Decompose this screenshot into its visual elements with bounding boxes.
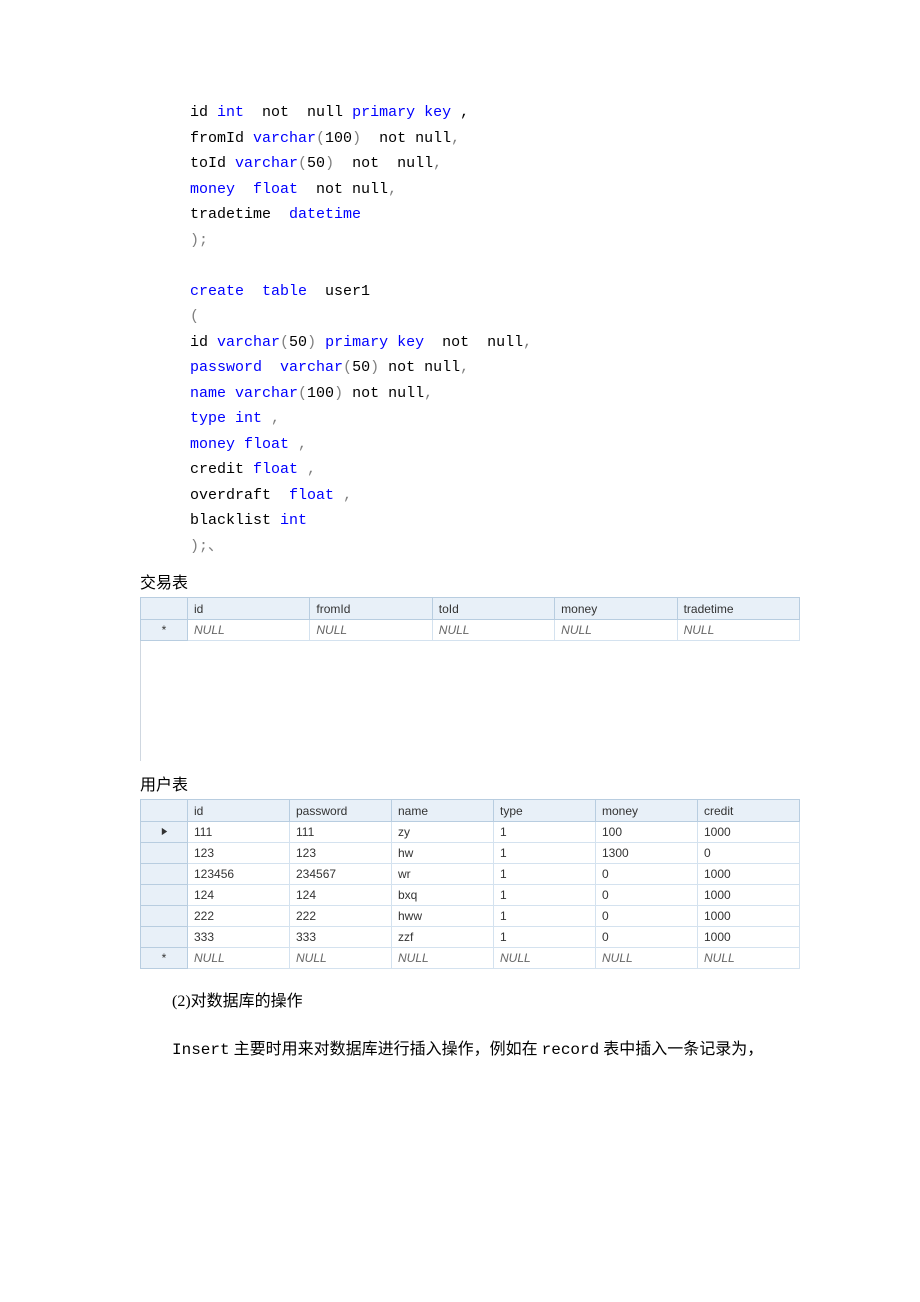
table-cell: 1 — [494, 843, 596, 864]
table-cell: NULL — [555, 620, 677, 641]
column-header: name — [392, 800, 494, 822]
column-header: id — [188, 800, 290, 822]
user-table: idpasswordnametypemoneycredit111111zy110… — [140, 799, 800, 969]
table-cell: 1000 — [698, 864, 800, 885]
table-cell: 124 — [188, 885, 290, 906]
table-row: 111111zy11001000 — [141, 822, 800, 843]
trade-table: idfromIdtoIdmoneytradetime*NULLNULLNULLN… — [140, 597, 800, 761]
table-cell: hw — [392, 843, 494, 864]
table-row: 123123hw113000 — [141, 843, 800, 864]
table-cell: 111 — [290, 822, 392, 843]
table-row: 123456234567wr101000 — [141, 864, 800, 885]
table-cell: NULL — [188, 948, 290, 969]
body-paragraph: Insert 主要时用来对数据库进行插入操作，例如在 record 表中插入一条… — [140, 1035, 800, 1065]
table-cell: NULL — [596, 948, 698, 969]
table-cell: 333 — [290, 927, 392, 948]
column-header: toId — [432, 598, 554, 620]
user-table-label: 用户表 — [140, 771, 800, 795]
insert-keyword: Insert — [172, 1041, 230, 1059]
table-cell: 0 — [596, 927, 698, 948]
table-cell: NULL — [432, 620, 554, 641]
table-row: *NULLNULLNULLNULLNULL — [141, 620, 800, 641]
table-cell: 1000 — [698, 822, 800, 843]
table-cell: 222 — [188, 906, 290, 927]
table-cell: 1300 — [596, 843, 698, 864]
table-cell: 1000 — [698, 885, 800, 906]
table-cell: NULL — [677, 620, 799, 641]
table-cell: 1 — [494, 822, 596, 843]
table-cell: 0 — [698, 843, 800, 864]
table-cell: zy — [392, 822, 494, 843]
table-cell: 0 — [596, 864, 698, 885]
table-cell: 1000 — [698, 927, 800, 948]
column-header: money — [555, 598, 677, 620]
table-row: 222222hww101000 — [141, 906, 800, 927]
table-cell: 123 — [188, 843, 290, 864]
table-cell: zzf — [392, 927, 494, 948]
table-cell: NULL — [310, 620, 432, 641]
table-cell: 1 — [494, 885, 596, 906]
column-header: id — [188, 598, 310, 620]
table-cell: NULL — [494, 948, 596, 969]
section-2-heading: (2)对数据库的操作 — [140, 987, 800, 1017]
table-cell: NULL — [188, 620, 310, 641]
table-cell: 234567 — [290, 864, 392, 885]
sql-code-block: id int not null primary key ,fromId varc… — [190, 100, 800, 559]
table-cell: NULL — [698, 948, 800, 969]
current-row-icon — [160, 827, 169, 836]
column-header: password — [290, 800, 392, 822]
table-cell: 1 — [494, 906, 596, 927]
table-cell: 124 — [290, 885, 392, 906]
table-row: *NULLNULLNULLNULLNULLNULL — [141, 948, 800, 969]
trade-table-label: 交易表 — [140, 569, 800, 593]
section-2-text: (2)对数据库的操作 — [172, 993, 303, 1010]
column-header: type — [494, 800, 596, 822]
table-cell: 1 — [494, 927, 596, 948]
table-cell: 1000 — [698, 906, 800, 927]
table-cell: 100 — [596, 822, 698, 843]
table-row: 124124bxq101000 — [141, 885, 800, 906]
column-header: money — [596, 800, 698, 822]
table-cell: 0 — [596, 885, 698, 906]
table-cell: 123 — [290, 843, 392, 864]
column-header: fromId — [310, 598, 432, 620]
table-cell: 222 — [290, 906, 392, 927]
table-cell: NULL — [392, 948, 494, 969]
table-cell: 1 — [494, 864, 596, 885]
table-row: 333333zzf101000 — [141, 927, 800, 948]
table-cell: 0 — [596, 906, 698, 927]
new-row-icon: * — [141, 620, 188, 641]
column-header: credit — [698, 800, 800, 822]
new-row-icon: * — [141, 948, 188, 969]
table-cell: hww — [392, 906, 494, 927]
table-cell: NULL — [290, 948, 392, 969]
table-cell: 111 — [188, 822, 290, 843]
table-cell: 333 — [188, 927, 290, 948]
table-cell: bxq — [392, 885, 494, 906]
record-keyword: record — [542, 1041, 600, 1059]
table-cell: wr — [392, 864, 494, 885]
column-header: tradetime — [677, 598, 799, 620]
table-cell: 123456 — [188, 864, 290, 885]
